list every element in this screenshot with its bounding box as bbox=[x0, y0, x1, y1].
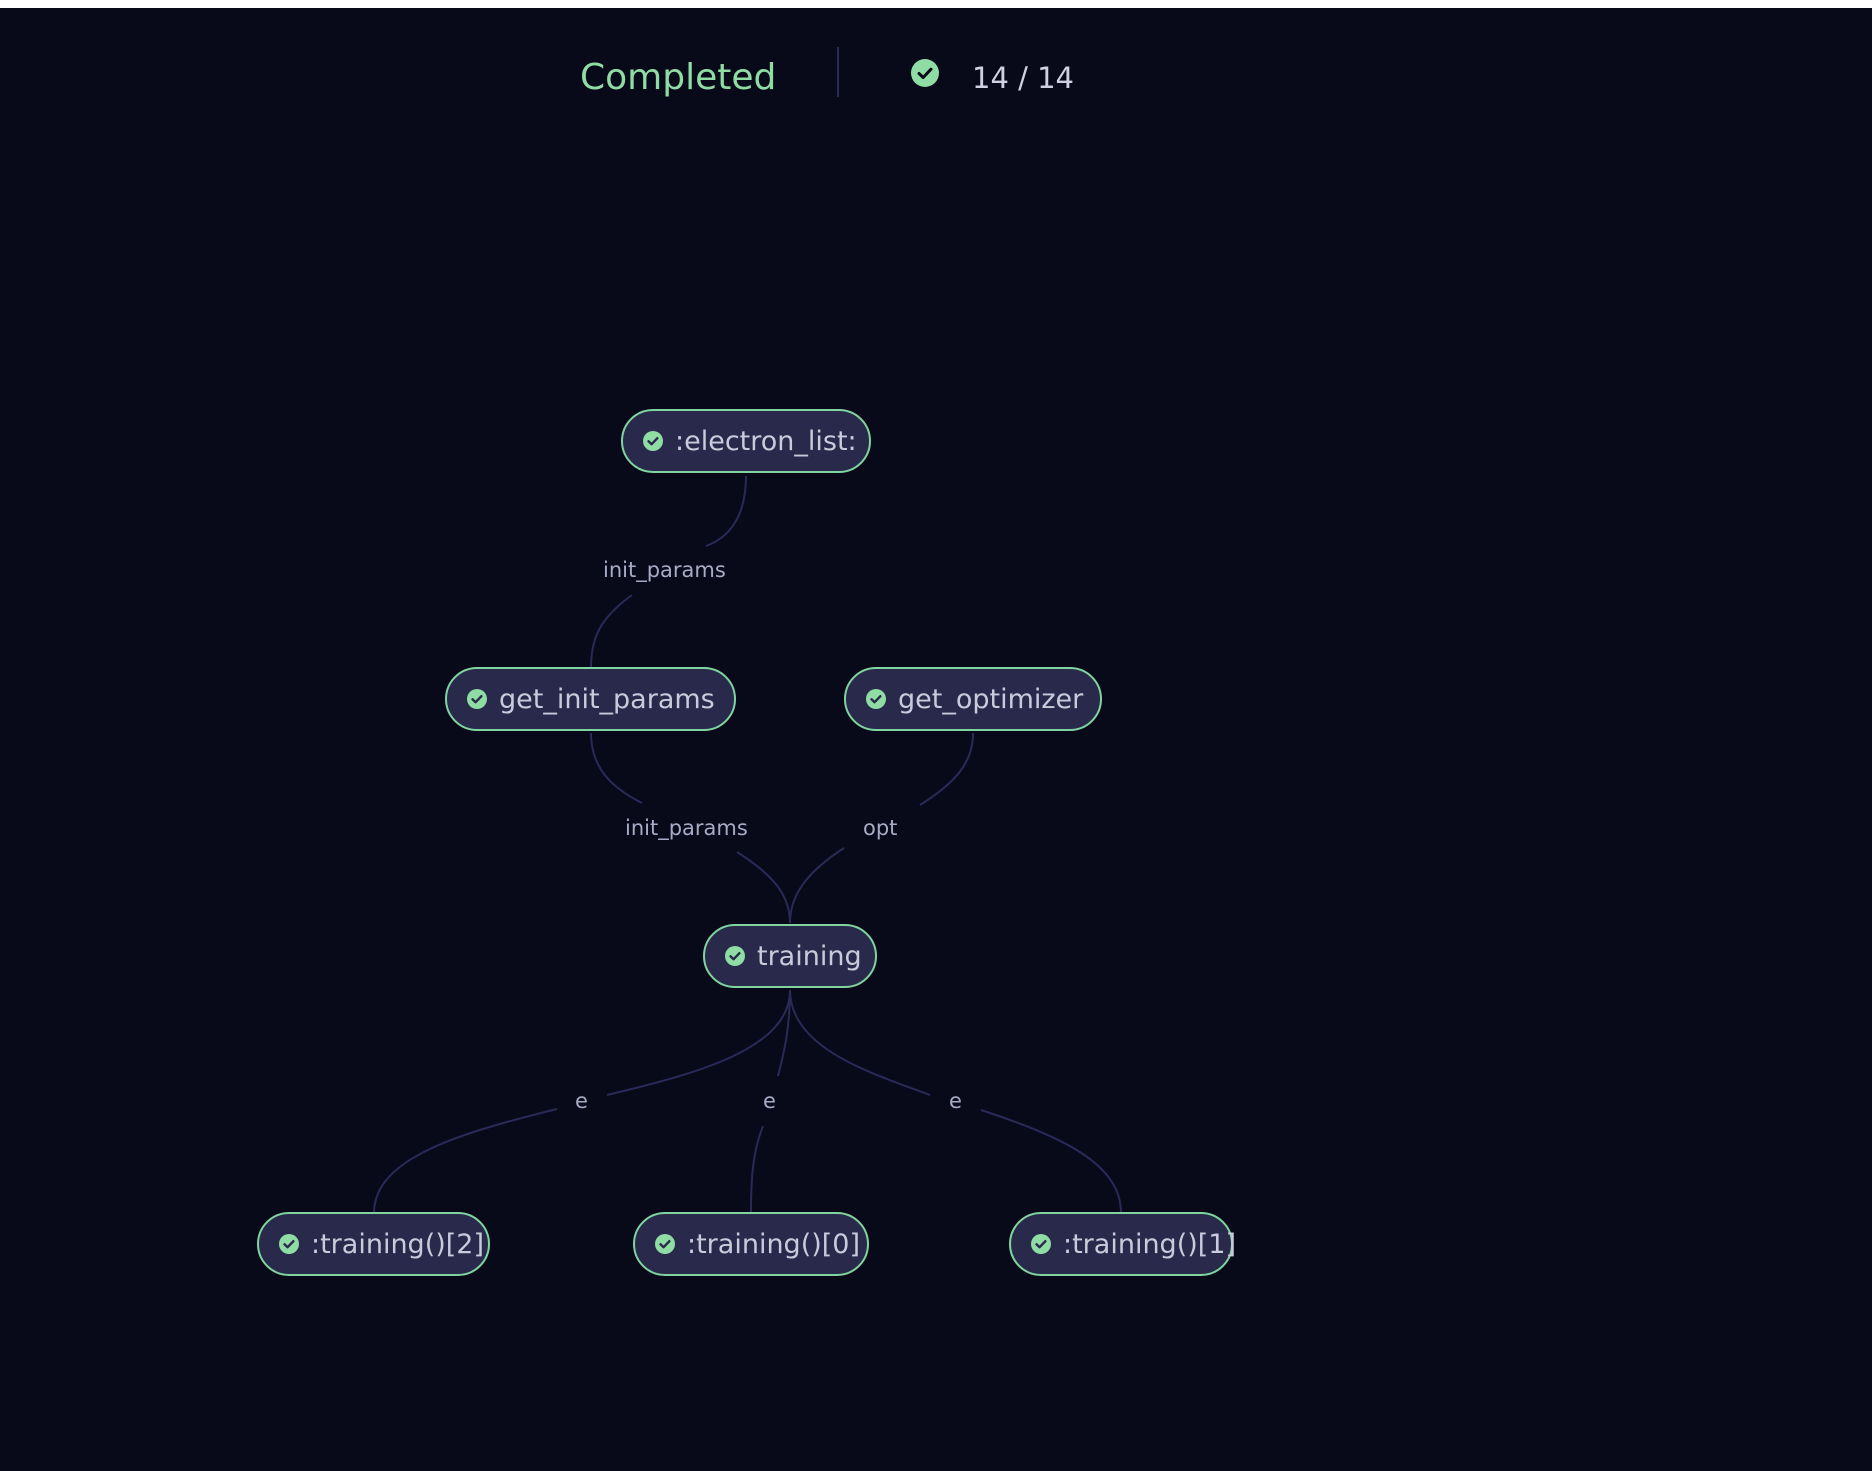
edge-training-to-training-1-lower bbox=[980, 1109, 1122, 1214]
edge-get-init-params-to-training-lower bbox=[736, 851, 791, 924]
node-label: :training()[2] bbox=[311, 1228, 485, 1260]
node-training-0[interactable]: :training()[0] bbox=[633, 1212, 869, 1276]
node-get-init-params[interactable]: get_init_params bbox=[445, 667, 736, 731]
node-label: :electron_list: bbox=[675, 425, 857, 457]
node-label: training bbox=[757, 940, 862, 972]
edge-electron-list-to-get-init-params bbox=[705, 475, 747, 547]
edge-get-optimizer-to-training-lower bbox=[789, 847, 845, 924]
node-training[interactable]: training bbox=[703, 924, 877, 988]
node-label: :training()[1] bbox=[1063, 1228, 1237, 1260]
node-get-optimizer[interactable]: get_optimizer bbox=[844, 667, 1102, 731]
node-label: get_optimizer bbox=[898, 683, 1084, 715]
check-circle-icon bbox=[655, 1234, 675, 1254]
edge-get-optimizer-to-training bbox=[919, 732, 974, 806]
edge-label: e bbox=[949, 1089, 962, 1113]
check-circle-icon bbox=[725, 946, 745, 966]
node-electron-list[interactable]: :electron_list: bbox=[621, 409, 871, 473]
check-circle-icon bbox=[279, 1234, 299, 1254]
workflow-canvas[interactable]: Completed 14 / 14 init_params init_param… bbox=[0, 8, 1872, 1471]
check-circle-icon bbox=[467, 689, 487, 709]
edge-label: e bbox=[763, 1089, 776, 1113]
node-training-1[interactable]: :training()[1] bbox=[1009, 1212, 1237, 1276]
edge-label: init_params bbox=[603, 558, 726, 582]
edge-label: opt bbox=[863, 816, 898, 840]
edge-training-to-training-0-lower bbox=[750, 1125, 764, 1214]
edge-electron-list-to-get-init-params-lower bbox=[590, 594, 633, 669]
edge-label: e bbox=[575, 1089, 588, 1113]
edge-training-to-training-1 bbox=[789, 989, 931, 1096]
edge-label: init_params bbox=[625, 816, 748, 840]
edge-training-to-training-2-lower bbox=[373, 1108, 558, 1214]
node-label: :training()[0] bbox=[687, 1228, 861, 1260]
check-circle-icon bbox=[643, 431, 663, 451]
node-training-2[interactable]: :training()[2] bbox=[257, 1212, 490, 1276]
check-circle-icon bbox=[866, 689, 886, 709]
edge-training-to-training-2 bbox=[606, 989, 791, 1096]
edge-get-init-params-to-training bbox=[590, 732, 643, 804]
node-label: get_init_params bbox=[499, 683, 715, 715]
check-circle-icon bbox=[1031, 1234, 1051, 1254]
